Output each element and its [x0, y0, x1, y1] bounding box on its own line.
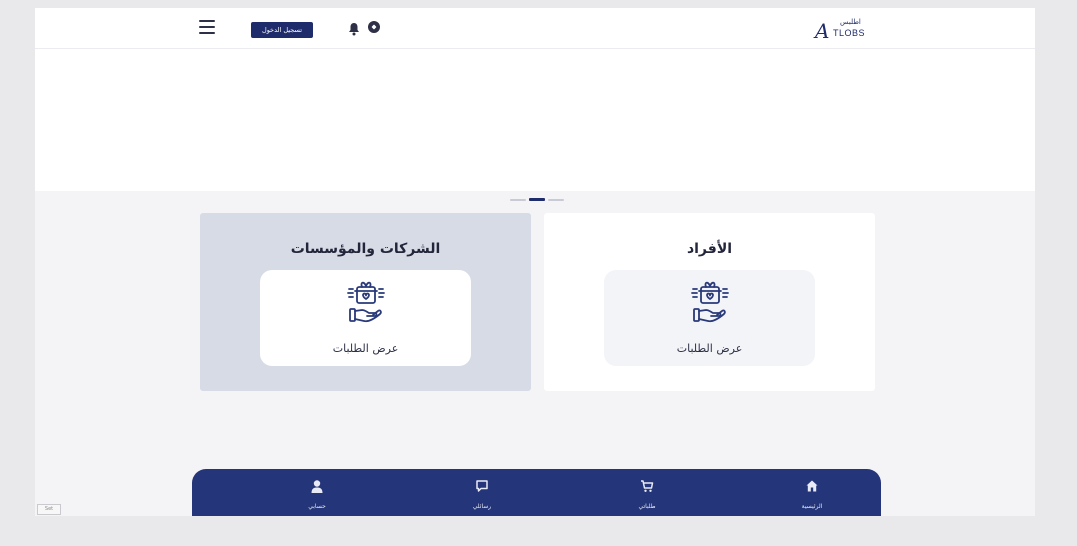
view-requests-label: عرض الطلبات: [676, 342, 743, 355]
corner-tag: Set: [37, 504, 61, 515]
view-requests-button[interactable]: عرض الطلبات: [260, 270, 471, 366]
carousel-dot[interactable]: [548, 199, 564, 201]
nav-item-messages[interactable]: رسائلي: [442, 469, 522, 516]
cart-icon: [641, 480, 654, 492]
logo-mark: A: [815, 19, 830, 43]
nav-label: حسابي: [308, 503, 326, 510]
top-bar: تسجيل الدخول A TLOBS اطلبس: [35, 8, 1035, 49]
nav-label: الرئيسية: [801, 503, 823, 510]
app-frame: تسجيل الدخول A TLOBS اطلبس الشركات والمؤ…: [35, 8, 1035, 516]
individuals-card[interactable]: الأفراد عرض الطلبات: [544, 213, 875, 391]
gift-hand-icon: [691, 281, 729, 323]
carousel-dot[interactable]: [510, 199, 526, 201]
companies-card[interactable]: الشركات والمؤسسات عرض الطلبات: [200, 213, 531, 391]
nav-item-home[interactable]: الرئيسية: [772, 469, 852, 516]
logo-latin-text: TLOBS: [833, 28, 866, 38]
card-title: الأفراد: [686, 241, 733, 257]
chat-icon: [476, 480, 488, 492]
hamburger-menu-icon[interactable]: [199, 20, 215, 34]
bottom-navigation: حسابي رسائلي طلباتي الرئيسية: [192, 469, 881, 516]
help-icon[interactable]: [368, 21, 380, 33]
user-icon: [311, 480, 323, 493]
hero-banner: [35, 49, 1035, 191]
logo-arabic-text: اطلبس: [840, 18, 861, 26]
gift-hand-icon: [347, 281, 385, 323]
nav-label: رسائلي: [472, 503, 492, 510]
nav-item-account[interactable]: حسابي: [277, 469, 357, 516]
nav-item-orders[interactable]: طلباتي: [607, 469, 687, 516]
card-title: الشركات والمؤسسات: [290, 241, 441, 257]
carousel-dots: [510, 198, 564, 202]
view-requests-label: عرض الطلبات: [332, 342, 399, 355]
home-icon: [806, 480, 818, 492]
carousel-dot-active[interactable]: [529, 198, 545, 201]
site-logo[interactable]: A TLOBS اطلبس: [815, 18, 875, 42]
nav-label: طلباتي: [638, 503, 656, 510]
login-button[interactable]: تسجيل الدخول: [251, 22, 313, 38]
view-requests-button[interactable]: عرض الطلبات: [604, 270, 815, 366]
bell-icon[interactable]: [348, 21, 360, 36]
